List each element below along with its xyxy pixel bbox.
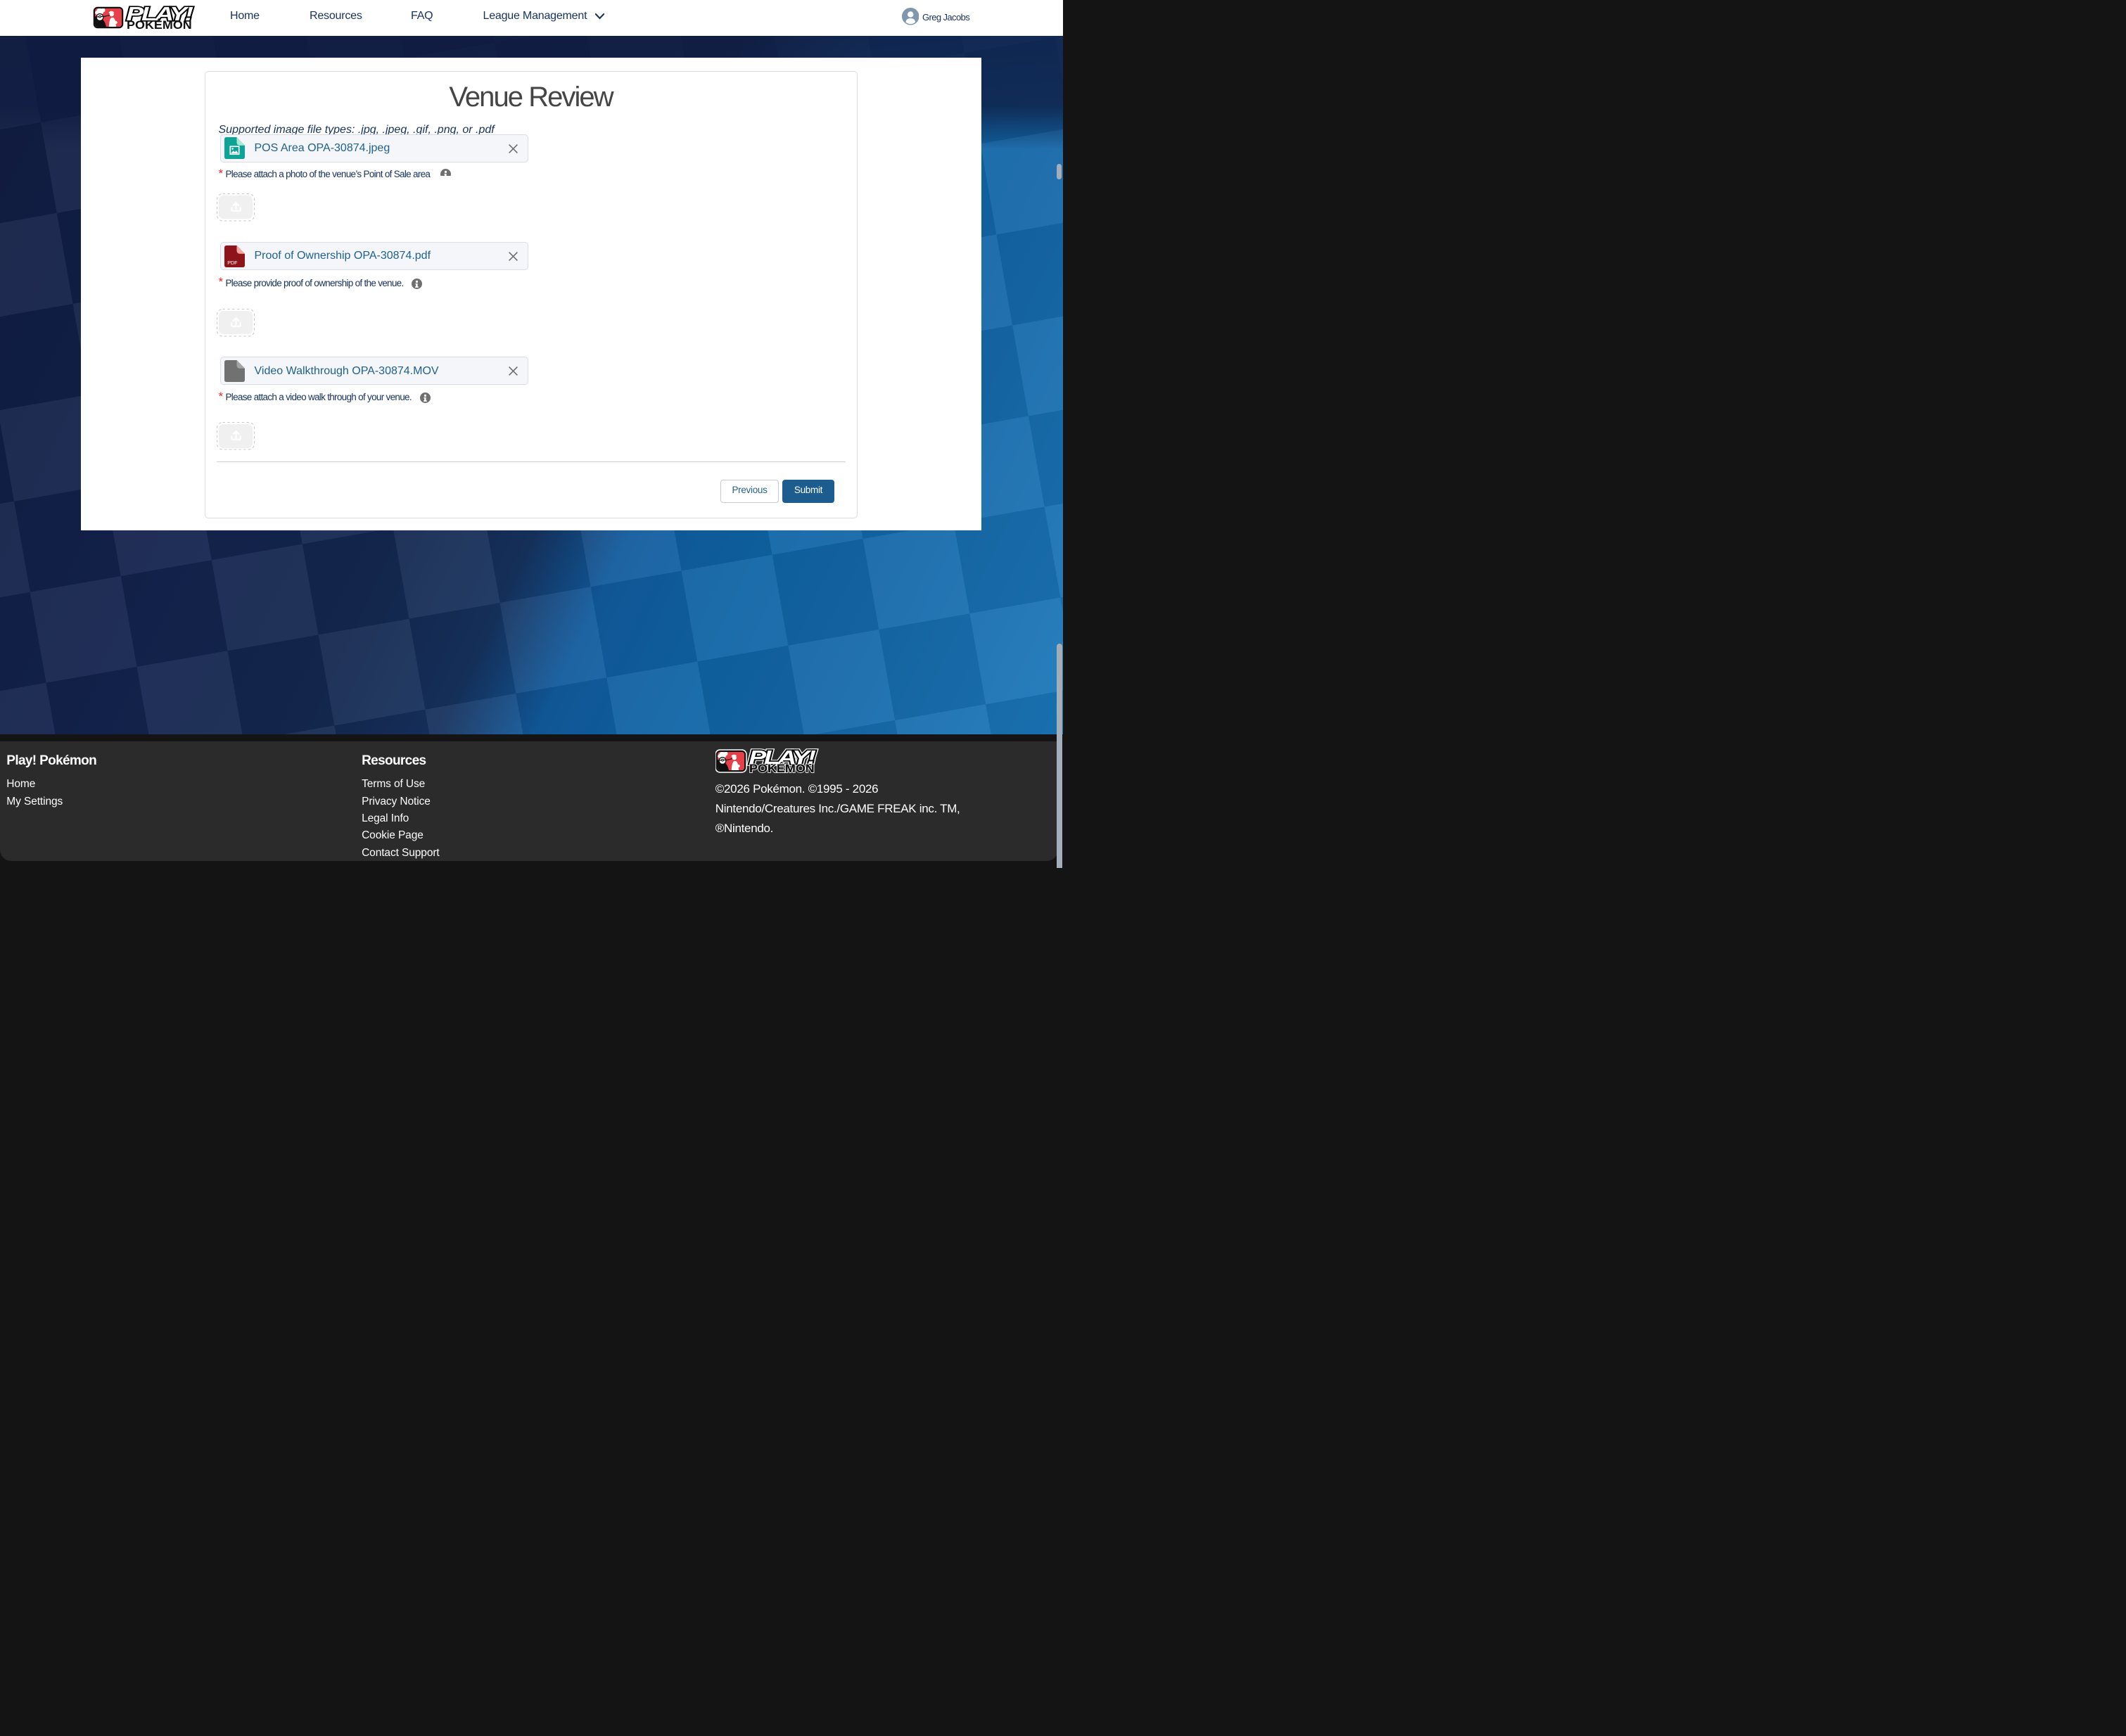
- svg-text:POKÉMON: POKÉMON: [749, 762, 815, 774]
- svg-text:POKÉMON: POKÉMON: [127, 18, 192, 32]
